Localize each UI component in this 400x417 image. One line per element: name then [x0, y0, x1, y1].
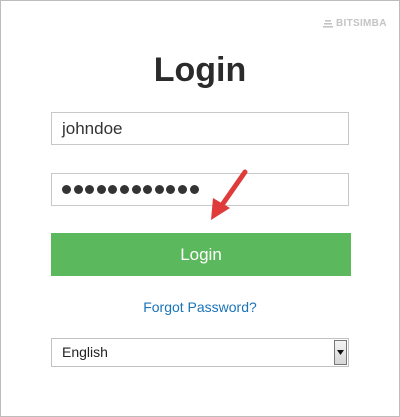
brand-logo: BITSIMBA: [323, 18, 387, 29]
password-dot: [85, 185, 95, 194]
password-dot: [177, 185, 187, 194]
password-dot: [143, 185, 153, 194]
password-masked: [62, 174, 338, 205]
password-dot: [189, 185, 199, 194]
login-panel: BITSIMBA Login johndoe Login Forgot Pass…: [0, 0, 400, 417]
password-dot: [166, 185, 176, 194]
password-dot: [96, 185, 106, 194]
stacked-bars-logo-icon: [323, 19, 333, 28]
language-selected-value: English: [62, 344, 108, 360]
login-button[interactable]: Login: [51, 233, 351, 276]
dropdown-button[interactable]: [334, 340, 347, 365]
password-dot: [73, 185, 83, 194]
password-dot: [131, 185, 141, 194]
brand-name: BITSIMBA: [336, 18, 387, 29]
password-dot: [108, 185, 118, 194]
language-select[interactable]: English: [51, 338, 349, 367]
username-value: johndoe: [62, 119, 123, 138]
page-title: Login: [153, 51, 247, 89]
password-dot: [154, 185, 164, 194]
password-input[interactable]: [51, 173, 349, 206]
password-dot: [119, 185, 129, 194]
username-input[interactable]: johndoe: [51, 112, 349, 145]
forgot-password-link[interactable]: Forgot Password?: [1, 299, 399, 315]
triangle-down-icon: [337, 350, 344, 355]
password-dot: [62, 185, 71, 194]
